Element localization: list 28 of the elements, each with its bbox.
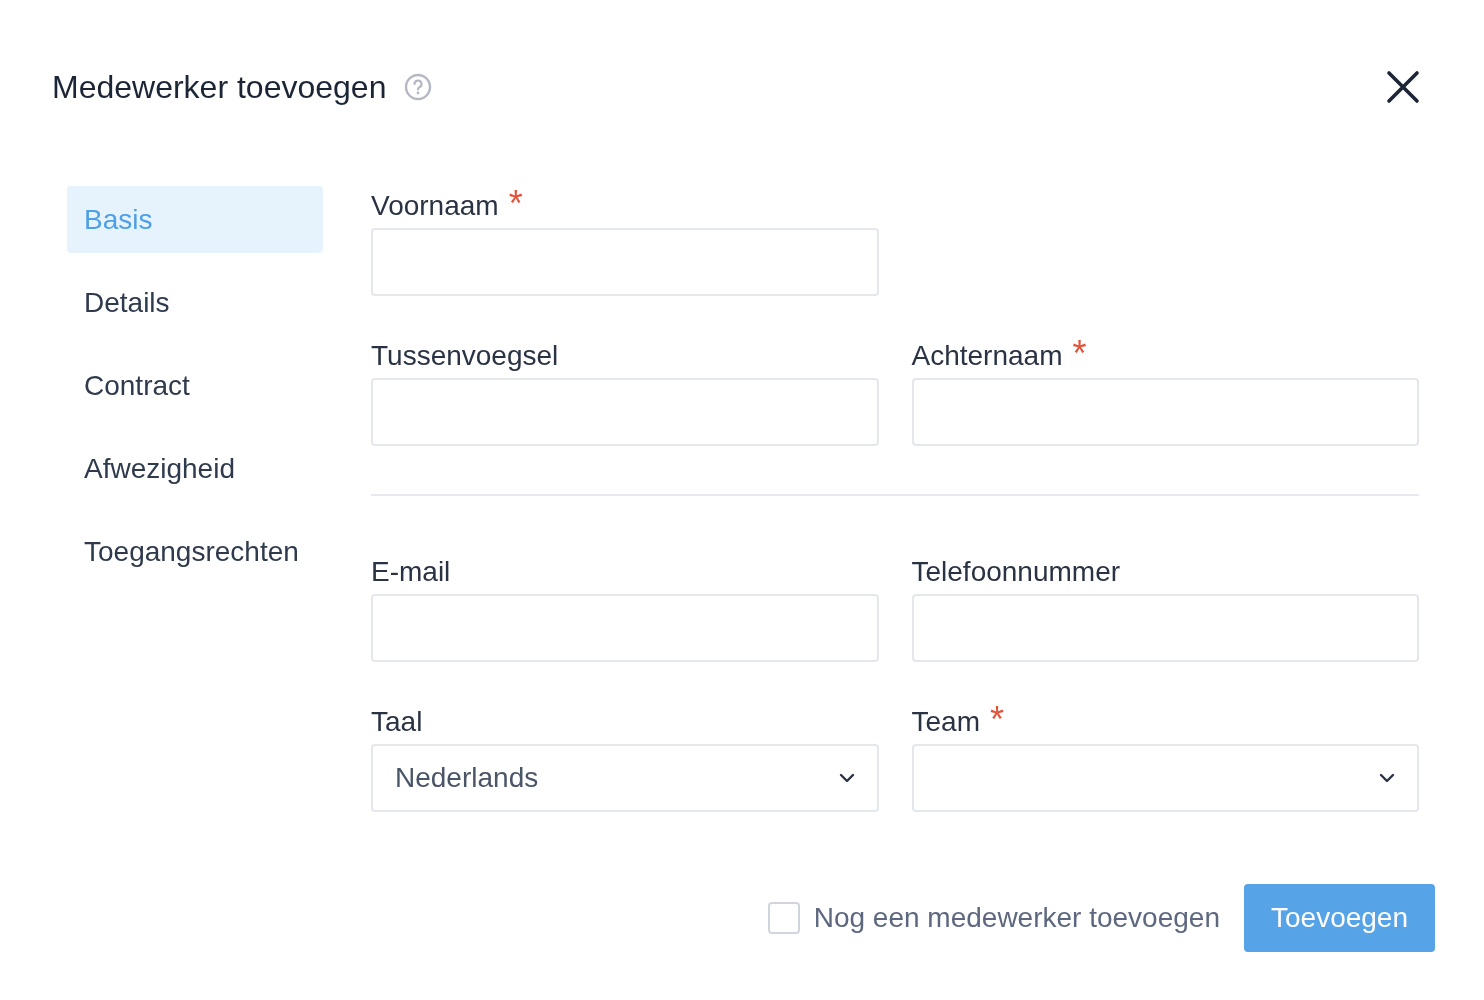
input-field[interactable]: [371, 594, 879, 662]
input-field[interactable]: [911, 378, 1419, 446]
nav-tab[interactable]: Afwezigheid: [67, 435, 323, 502]
field-label: Taal: [371, 706, 423, 738]
required-mark: *: [989, 702, 1004, 738]
field-label: E-mail: [371, 556, 451, 588]
checkbox[interactable]: [767, 902, 800, 934]
field-label: Tussenvoegsel: [371, 340, 559, 372]
chevron-down-icon: [1379, 773, 1395, 783]
chevron-down-icon: [838, 773, 855, 783]
nav-tab[interactable]: Contract: [67, 352, 323, 419]
dialog-title: Medewerker toevoegen: [52, 68, 387, 106]
close-button[interactable]: [1386, 70, 1420, 104]
nav-tab[interactable]: Toegangsrechten: [67, 518, 323, 585]
field-label: Achternaam: [911, 340, 1063, 372]
input-field[interactable]: [911, 594, 1419, 662]
checkbox-label[interactable]: Nog een medewerker toevoegen: [813, 902, 1220, 934]
field-label: Voornaam: [371, 190, 499, 222]
input-field[interactable]: [371, 228, 879, 296]
dropdown-field[interactable]: [911, 744, 1419, 812]
input-field[interactable]: [371, 378, 879, 446]
field-label: Telefoonnummer: [911, 556, 1121, 588]
help-icon[interactable]: [404, 73, 433, 101]
field-label: Team: [911, 706, 980, 738]
required-mark: *: [508, 186, 523, 222]
dropdown-field[interactable]: Nederlands: [371, 744, 879, 812]
required-mark: *: [1072, 336, 1087, 372]
nav-tab[interactable]: Details: [67, 269, 323, 336]
